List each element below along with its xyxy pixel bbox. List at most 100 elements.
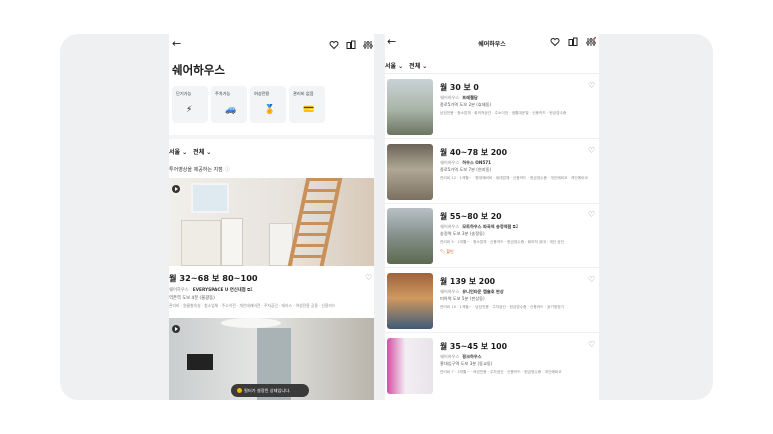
list-title: 쉐어하우스 xyxy=(478,41,506,48)
listing-thumbnail[interactable] xyxy=(387,208,433,264)
all-label: 전체 xyxy=(193,149,205,156)
region-dropdown[interactable]: 서울 ⌄ xyxy=(169,147,187,156)
photo-desk xyxy=(181,220,221,266)
listing-tags: 관리비 5 · 1개월~ · 청소업체 · 신용카드 · 현금영수증 · 회의적… xyxy=(440,240,564,244)
listing-address: 홍대입구역 도보 3분 (동교동) xyxy=(440,361,493,366)
filter-bar: 서울 ⌄ 전체 ⌄ xyxy=(169,147,211,156)
category-label: 여성전용 xyxy=(254,91,270,96)
share-house-home-screen: ← 쉐어하우스 단기가능 ⚡ 주차가능 🚙 여성전용 🏅 관리비 없음 💳 서울… xyxy=(169,34,374,400)
listing-tags: 남성전용 · 청소업체 · 회의적공간 · 주소이전 · 생활대문열 · 신용카… xyxy=(440,111,567,115)
brand-label: 쉐어하우스 xyxy=(440,95,460,100)
region-dropdown[interactable]: 서울 ⌄ xyxy=(385,61,403,70)
listing-price: 월 30 보 0 xyxy=(440,83,479,92)
listing-name[interactable]: EVERYSPACE U 연신내점 xyxy=(193,288,246,293)
compare-icon[interactable] xyxy=(346,40,356,50)
all-label: 전체 xyxy=(409,63,421,70)
category-women-only[interactable]: 여성전용 🏅 xyxy=(250,86,286,123)
info-icon[interactable]: ⓘ xyxy=(225,167,230,173)
compare-count: 2 xyxy=(515,224,519,229)
back-arrow-icon[interactable]: ← xyxy=(172,38,181,49)
heart-icon[interactable]: ♡ xyxy=(365,273,372,282)
brand-label: 쉐어하우스 xyxy=(440,160,460,165)
heart-icon[interactable]: ♡ xyxy=(588,146,595,155)
listing-address: 미아역 도보 5분 (판상동) xyxy=(440,296,485,301)
listing-tags: 관리비 7 · 3개월~ · 여성전용 · 주차공간 · 신용카드 · 현금영수… xyxy=(440,370,562,374)
filter-toast: 필터가 설정된 상태입니다. xyxy=(231,384,309,397)
play-icon[interactable] xyxy=(172,185,180,193)
share-house-list-screen: ← 쉐어하우스 서울 ⌄ 전체 ⌄ 월 30 보 0 ♡ 쉐어하우스 프레첼담 종… xyxy=(385,34,599,400)
heart-icon[interactable]: ♡ xyxy=(588,275,595,284)
featured-tags: 관리비 · 원룸형숙실 · 청소업체 · 주소이전 · 개인테레비전 · 주차공… xyxy=(169,303,336,308)
brand-label: 쉐어하우스 xyxy=(440,224,460,229)
listing-name-row: 쉐어하우스 핑크하우스 xyxy=(440,354,482,360)
listing-name-row: 쉐어하우스 유니언타운 캡슐호 판상 xyxy=(440,289,504,295)
play-icon[interactable] xyxy=(172,325,180,333)
listing-price: 월 55~80 보 20 xyxy=(440,212,502,221)
region-label: 서울 xyxy=(385,63,397,70)
car-icon: 🚙 xyxy=(225,105,237,115)
all-dropdown[interactable]: 전체 ⌄ xyxy=(193,147,211,156)
divider xyxy=(385,138,599,139)
listing-name-row: 쉐어하우스 모트하우스 파곡역 송정역점 ⧉2 xyxy=(440,224,518,230)
listing-address: 종로5가역 도보 2분 (효제동) xyxy=(440,102,492,107)
featured-address: 역촌역 도보 4분 (불광동) xyxy=(169,296,215,301)
compare-count: 1 xyxy=(250,288,253,293)
category-label: 주차가능 xyxy=(215,91,231,96)
list-item[interactable]: 월 55~80 보 20 ♡ 쉐어하우스 모트하우스 파곡역 송정역점 ⧉2 송정… xyxy=(385,204,599,268)
category-label: 관리비 없음 xyxy=(293,91,314,96)
divider xyxy=(385,267,599,268)
listing-tags: 관리비 12 · 1개월~ · 원대예비비 · 생대업체 · 신용카드 · 현금… xyxy=(440,176,588,180)
category-chips: 단기가능 ⚡ 주차가능 🚙 여성전용 🏅 관리비 없음 💳 xyxy=(172,86,325,123)
listing-name: 핑크하우스 xyxy=(462,354,482,359)
section-heading: 투어영상을 제공하는 지점 ⓘ xyxy=(169,166,230,173)
listing-thumbnail[interactable] xyxy=(387,144,433,200)
listing-thumbnail[interactable] xyxy=(387,273,433,329)
heart-icon[interactable]: ♡ xyxy=(588,340,595,349)
card-icon: 💳 xyxy=(303,105,315,115)
listing-name: 유니언타운 캡슐호 판상 xyxy=(462,289,504,294)
filter-icon[interactable] xyxy=(363,40,373,50)
divider xyxy=(385,332,599,333)
photo-tv xyxy=(187,354,213,370)
filter-icon[interactable] xyxy=(586,37,596,47)
category-no-maintenance-fee[interactable]: 관리비 없음 💳 xyxy=(289,86,325,123)
listing-name-row: 쉐어하우스 프레첼담 xyxy=(440,95,478,101)
listing-address: 종로5가역 도보 7분 (연지동) xyxy=(440,167,492,172)
filter-bar: 서울 ⌄ 전체 ⌄ xyxy=(385,61,427,70)
discount-badge-label: 할인 xyxy=(446,249,454,254)
photo-lamp xyxy=(221,318,281,328)
brand-label: 쉐어하우스 xyxy=(440,289,460,294)
list-item[interactable]: 월 40~78 보 200 ♡ 쉐어하우스 하우스 ON571 종로5가역 도보 … xyxy=(385,140,599,204)
top-bar: ← xyxy=(169,34,374,54)
heart-icon[interactable] xyxy=(550,37,560,47)
heart-icon[interactable] xyxy=(329,40,339,50)
featured-listing-photo[interactable] xyxy=(169,178,374,266)
brand-label: 쉐어하우스 xyxy=(440,354,460,359)
listing-thumbnail[interactable] xyxy=(387,338,433,394)
toast-text: 필터가 설정된 상태입니다. xyxy=(244,388,291,393)
category-parking[interactable]: 주차가능 🚙 xyxy=(211,86,247,123)
list-item[interactable]: 월 139 보 200 ♡ 쉐어하우스 유니언타운 캡슐호 판상 미아역 도보 5… xyxy=(385,269,599,333)
section-heading-text: 투어영상을 제공하는 지점 xyxy=(169,167,223,173)
listing-thumbnail[interactable] xyxy=(387,79,433,135)
featured-name-row: 쉐어하우스 EVERYSPACE U 연신내점 ⧉1 xyxy=(169,287,253,293)
page-title: 쉐어하우스 xyxy=(172,63,225,77)
category-label: 단기가능 xyxy=(176,91,192,96)
discount-badge: 🏷 할인 xyxy=(440,249,454,254)
brand-label: 쉐어하우스 xyxy=(169,288,189,293)
listing-price: 월 35~45 보 100 xyxy=(440,342,507,351)
listing-address: 송정역 도보 3분 (송정동) xyxy=(440,231,485,236)
heart-icon[interactable]: ♡ xyxy=(588,81,595,90)
list-item[interactable]: 월 35~45 보 100 ♡ 쉐어하우스 핑크하우스 홍대입구역 도보 3분 (… xyxy=(385,334,599,398)
list-item[interactable]: 월 30 보 0 ♡ 쉐어하우스 프레첼담 종로5가역 도보 2분 (효제동) 남… xyxy=(385,75,599,139)
photo-drawers xyxy=(221,218,243,266)
compare-icon[interactable] xyxy=(568,37,578,47)
featured-price: 월 32~68 보 80~100 xyxy=(169,273,258,283)
listing-name: 하우스 ON571 xyxy=(462,160,492,165)
category-short-term[interactable]: 단기가능 ⚡ xyxy=(172,86,208,123)
all-dropdown[interactable]: 전체 ⌄ xyxy=(409,61,427,70)
heart-icon[interactable]: ♡ xyxy=(588,210,595,219)
listing-name-row: 쉐어하우스 하우스 ON571 xyxy=(440,160,491,166)
listing-name: 모트하우스 파곡역 송정역점 xyxy=(462,224,512,229)
warning-icon xyxy=(237,388,242,393)
